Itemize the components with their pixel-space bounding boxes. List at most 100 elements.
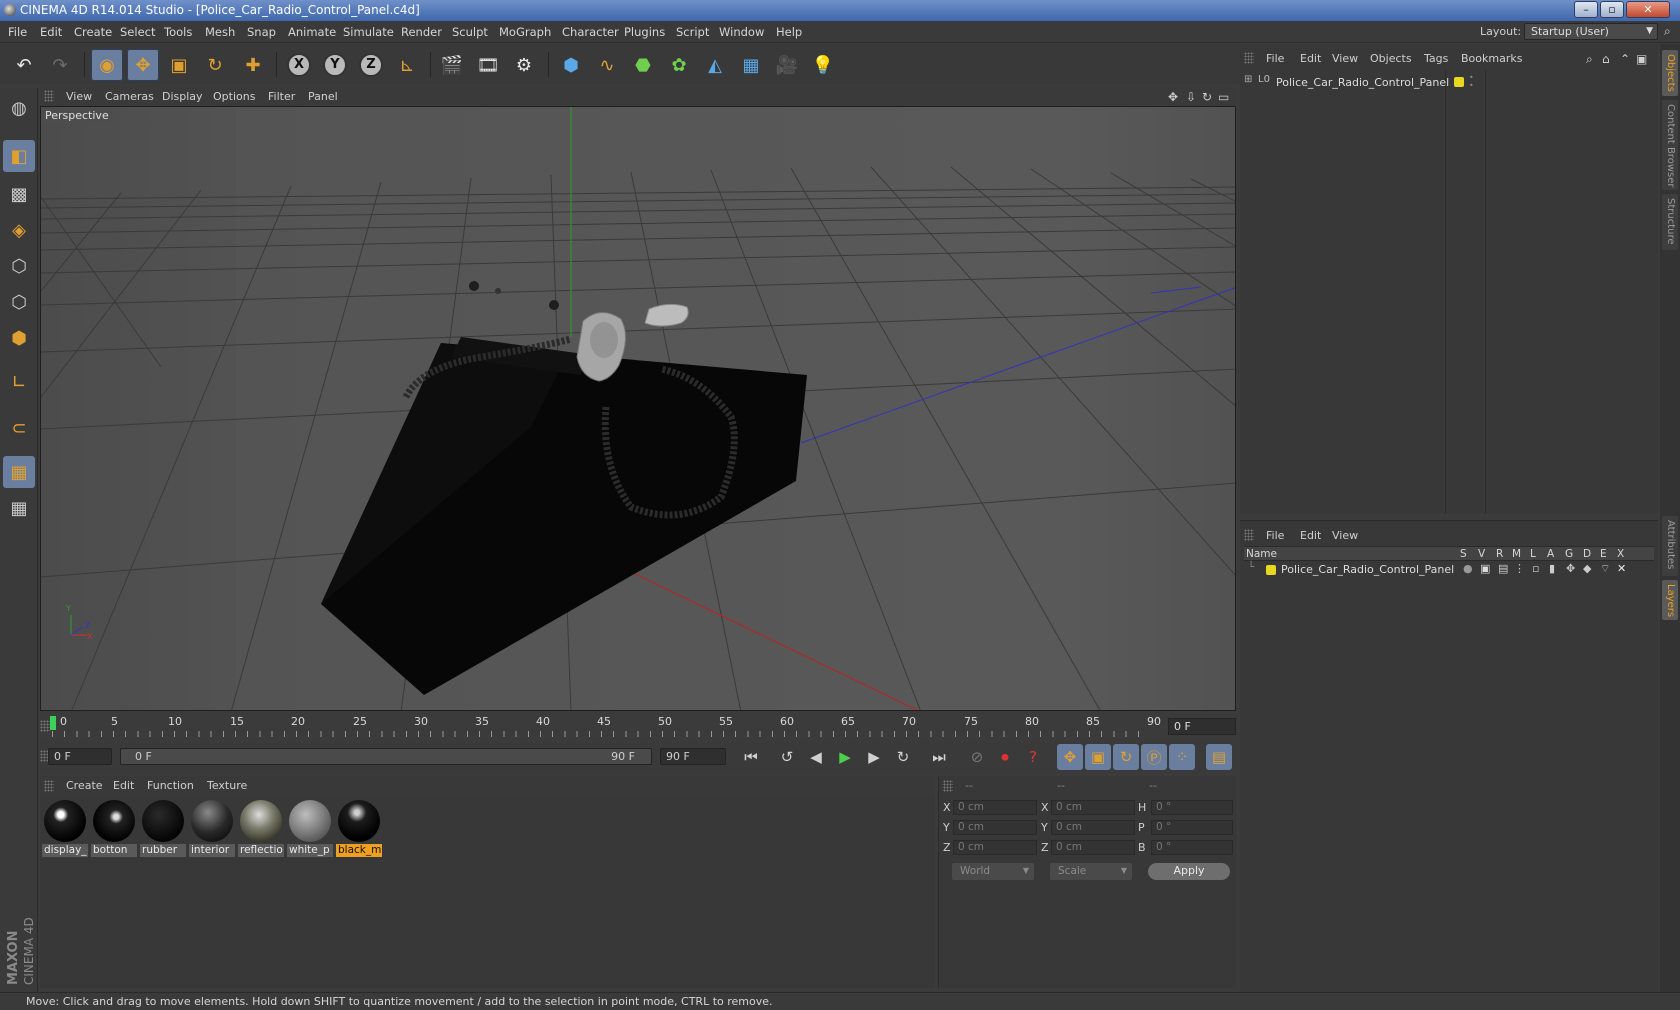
material-swatch[interactable]: white_p: [287, 800, 333, 858]
menu-plugins[interactable]: Plugins: [624, 25, 665, 39]
tab-objects[interactable]: Objects: [1662, 50, 1678, 96]
render-icon[interactable]: ▤: [1498, 562, 1508, 575]
tab-attributes[interactable]: Attributes: [1662, 516, 1678, 576]
search-icon[interactable]: ⌕: [1586, 52, 1593, 67]
expand-icon[interactable]: ⊞: [1244, 74, 1252, 85]
next-key-icon[interactable]: ↻: [890, 744, 916, 770]
rotation-b-field[interactable]: 0 °: [1151, 840, 1233, 855]
next-frame-icon[interactable]: ▶: [861, 744, 887, 770]
undo-icon[interactable]: ↶: [8, 49, 40, 81]
y-axis-lock-icon[interactable]: Y: [319, 49, 351, 81]
object-name[interactable]: Police_Car_Radio_Control_Panel: [1276, 76, 1449, 89]
rotation-h-field[interactable]: 0 °: [1151, 800, 1233, 815]
viewport-menu-view[interactable]: View: [66, 90, 92, 103]
col-a[interactable]: A: [1547, 548, 1554, 560]
menu-tools[interactable]: Tools: [164, 25, 192, 39]
camera-icon[interactable]: 🎥: [771, 49, 803, 81]
playhead[interactable]: [50, 716, 56, 730]
menu-script[interactable]: Script: [676, 25, 709, 39]
object-row[interactable]: ⊞ L0 Police_Car_Radio_Control_Panel • •: [1244, 74, 1654, 90]
objects-menu-tags[interactable]: Tags: [1424, 52, 1448, 65]
scale-mode-select[interactable]: Scale ▼: [1050, 863, 1132, 880]
viewport-menu-cameras[interactable]: Cameras: [105, 90, 154, 103]
play-icon[interactable]: ▶: [832, 744, 858, 770]
pan-view-icon[interactable]: ✥: [1168, 90, 1178, 104]
record-keys-icon[interactable]: ⊘: [964, 744, 990, 770]
xref-icon[interactable]: ✕: [1617, 562, 1626, 575]
menu-render[interactable]: Render: [401, 25, 442, 39]
new-window-icon[interactable]: ▣: [1636, 52, 1647, 66]
search-icon[interactable]: ⌕: [1664, 24, 1671, 39]
go-to-end-icon[interactable]: ⏭: [926, 744, 952, 770]
close-button[interactable]: ✕: [1626, 1, 1670, 18]
materials-menu-edit[interactable]: Edit: [113, 779, 134, 792]
objects-menu-edit[interactable]: Edit: [1300, 52, 1321, 65]
tab-content-browser[interactable]: Content Browser: [1662, 100, 1678, 190]
col-v[interactable]: V: [1478, 548, 1485, 560]
menu-file[interactable]: File: [8, 25, 27, 39]
key-rotation-icon[interactable]: ↻: [1113, 744, 1139, 770]
col-d[interactable]: D: [1583, 548, 1591, 560]
planar-workplane-icon[interactable]: ▦: [3, 492, 35, 524]
menu-select[interactable]: Select: [120, 25, 155, 39]
col-m[interactable]: M: [1512, 548, 1521, 560]
position-y-field[interactable]: 0 cm: [953, 820, 1037, 835]
menu-character[interactable]: Character: [562, 25, 619, 39]
move-tool-icon[interactable]: ✥: [127, 49, 159, 81]
menu-help[interactable]: Help: [776, 25, 802, 39]
zoom-view-icon[interactable]: ⇩: [1186, 90, 1196, 104]
objects-menu-objects[interactable]: Objects: [1370, 52, 1412, 65]
material-swatch[interactable]: rubber: [140, 800, 186, 858]
materials-menu-texture[interactable]: Texture: [207, 779, 247, 792]
home-icon[interactable]: ⌂: [1602, 52, 1610, 66]
deformer-icon[interactable]: ◆: [1583, 562, 1591, 575]
render-settings-icon[interactable]: ⚙: [508, 49, 540, 81]
rotate-view-icon[interactable]: ↻: [1202, 90, 1212, 104]
viewport-menu-display[interactable]: Display: [162, 90, 203, 103]
scale-tool-icon[interactable]: ▣: [163, 49, 195, 81]
materials-menu-function[interactable]: Function: [147, 779, 194, 792]
expression-icon[interactable]: ⌔: [1600, 562, 1610, 576]
key-scale-icon[interactable]: ▣: [1085, 744, 1111, 770]
x-axis-lock-icon[interactable]: X: [283, 49, 315, 81]
previous-key-icon[interactable]: ↺: [774, 744, 800, 770]
layers-menu-file[interactable]: File: [1266, 529, 1284, 542]
objects-menu-bookmarks[interactable]: Bookmarks: [1461, 52, 1522, 65]
viewport-menu-panel[interactable]: Panel: [308, 90, 338, 103]
locked-workplane-icon[interactable]: ▦: [3, 456, 35, 488]
layer-color-swatch[interactable]: [1266, 565, 1276, 575]
lock-icon[interactable]: ▫: [1532, 562, 1539, 575]
col-e[interactable]: E: [1600, 548, 1607, 560]
keyframe-selection-icon[interactable]: ?: [1020, 744, 1046, 770]
menu-window[interactable]: Window: [719, 25, 764, 39]
perspective-viewport[interactable]: Y Z X: [40, 106, 1236, 711]
points-mode-icon[interactable]: ⬡: [3, 250, 35, 282]
current-frame-field[interactable]: 0 F: [1168, 718, 1236, 735]
size-y-field[interactable]: 0 cm: [1051, 820, 1135, 835]
size-z-field[interactable]: 0 cm: [1051, 840, 1135, 855]
menu-mesh[interactable]: Mesh: [205, 25, 235, 39]
col-x[interactable]: X: [1617, 548, 1624, 560]
workplane-mode-icon[interactable]: ◈: [3, 214, 35, 246]
floor-icon[interactable]: ▦: [735, 49, 767, 81]
tab-structure[interactable]: Structure: [1662, 194, 1678, 250]
minimize-button[interactable]: –: [1574, 1, 1598, 18]
coordinate-mode-select[interactable]: World ▼: [952, 863, 1034, 880]
material-swatch[interactable]: reflectio: [238, 800, 284, 858]
position-z-field[interactable]: 0 cm: [953, 840, 1037, 855]
live-selection-icon[interactable]: ◉: [91, 49, 123, 81]
up-icon[interactable]: ⌃: [1620, 52, 1630, 66]
eye-icon[interactable]: ▣: [1480, 562, 1490, 575]
layers-menu-view[interactable]: View: [1332, 529, 1358, 542]
menu-create[interactable]: Create: [74, 25, 112, 39]
animation-icon[interactable]: ▮: [1549, 562, 1555, 575]
solo-icon[interactable]: ●: [1463, 562, 1473, 575]
deformer-icon[interactable]: ◭: [699, 49, 731, 81]
key-pla-icon[interactable]: ⁘: [1169, 744, 1195, 770]
material-swatch[interactable]: display_: [42, 800, 88, 858]
timeline-window-icon[interactable]: ▤: [1206, 744, 1232, 770]
key-position-icon[interactable]: ✥: [1057, 744, 1083, 770]
col-s[interactable]: S: [1460, 548, 1467, 560]
key-parameter-icon[interactable]: Ⓟ: [1141, 744, 1167, 770]
timeline-ruler[interactable]: 0 5 10 15 20 25 30 35 40 45 50 55 60 65 …: [40, 712, 1236, 740]
